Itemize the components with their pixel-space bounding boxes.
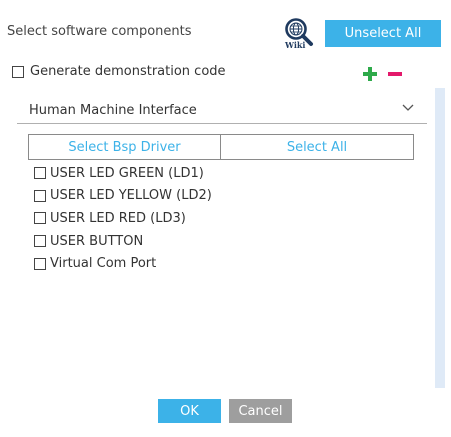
component-item-led-green[interactable]: USER LED GREEN (LD1) (34, 162, 212, 185)
component-item-virtual-com-port[interactable]: Virtual Com Port (34, 252, 212, 275)
panel-divider (17, 123, 427, 124)
component-checkbox[interactable] (34, 167, 46, 180)
component-item-led-red[interactable]: USER LED RED (LD3) (34, 207, 212, 230)
cancel-button[interactable]: Cancel (229, 399, 292, 423)
ok-button[interactable]: OK (158, 399, 221, 423)
component-checkbox[interactable] (34, 189, 46, 202)
component-item-user-button[interactable]: USER BUTTON (34, 230, 212, 253)
wiki-search-icon[interactable]: Wiki (282, 16, 316, 50)
panel-title: Human Machine Interface (29, 103, 197, 118)
minus-icon[interactable] (387, 66, 403, 82)
component-item-led-yellow[interactable]: USER LED YELLOW (LD2) (34, 185, 212, 208)
scrollbar[interactable] (435, 88, 445, 388)
select-bsp-driver-button[interactable]: Select Bsp Driver (28, 134, 221, 160)
component-checkbox[interactable] (34, 257, 46, 270)
generate-demo-option[interactable]: Generate demonstration code (12, 64, 226, 79)
chevron-down-icon[interactable] (401, 102, 415, 114)
plus-icon[interactable] (362, 66, 378, 82)
select-button-row: Select Bsp Driver Select All (28, 134, 414, 160)
wiki-label: Wiki (284, 40, 305, 50)
component-list: USER LED GREEN (LD1) USER LED YELLOW (LD… (34, 162, 212, 275)
generate-demo-label: Generate demonstration code (30, 64, 226, 79)
dialog-title: Select software components (7, 24, 192, 39)
unselect-all-button[interactable]: Unselect All (325, 20, 441, 47)
component-label: USER LED GREEN (LD1) (50, 165, 204, 181)
component-label: USER LED YELLOW (LD2) (50, 188, 212, 204)
component-checkbox[interactable] (34, 212, 46, 225)
component-label: USER LED RED (LD3) (50, 210, 186, 226)
component-label: USER BUTTON (50, 233, 144, 249)
component-checkbox[interactable] (34, 235, 46, 248)
generate-demo-checkbox[interactable] (12, 65, 24, 78)
component-label: Virtual Com Port (50, 256, 157, 272)
select-all-button[interactable]: Select All (221, 134, 414, 160)
